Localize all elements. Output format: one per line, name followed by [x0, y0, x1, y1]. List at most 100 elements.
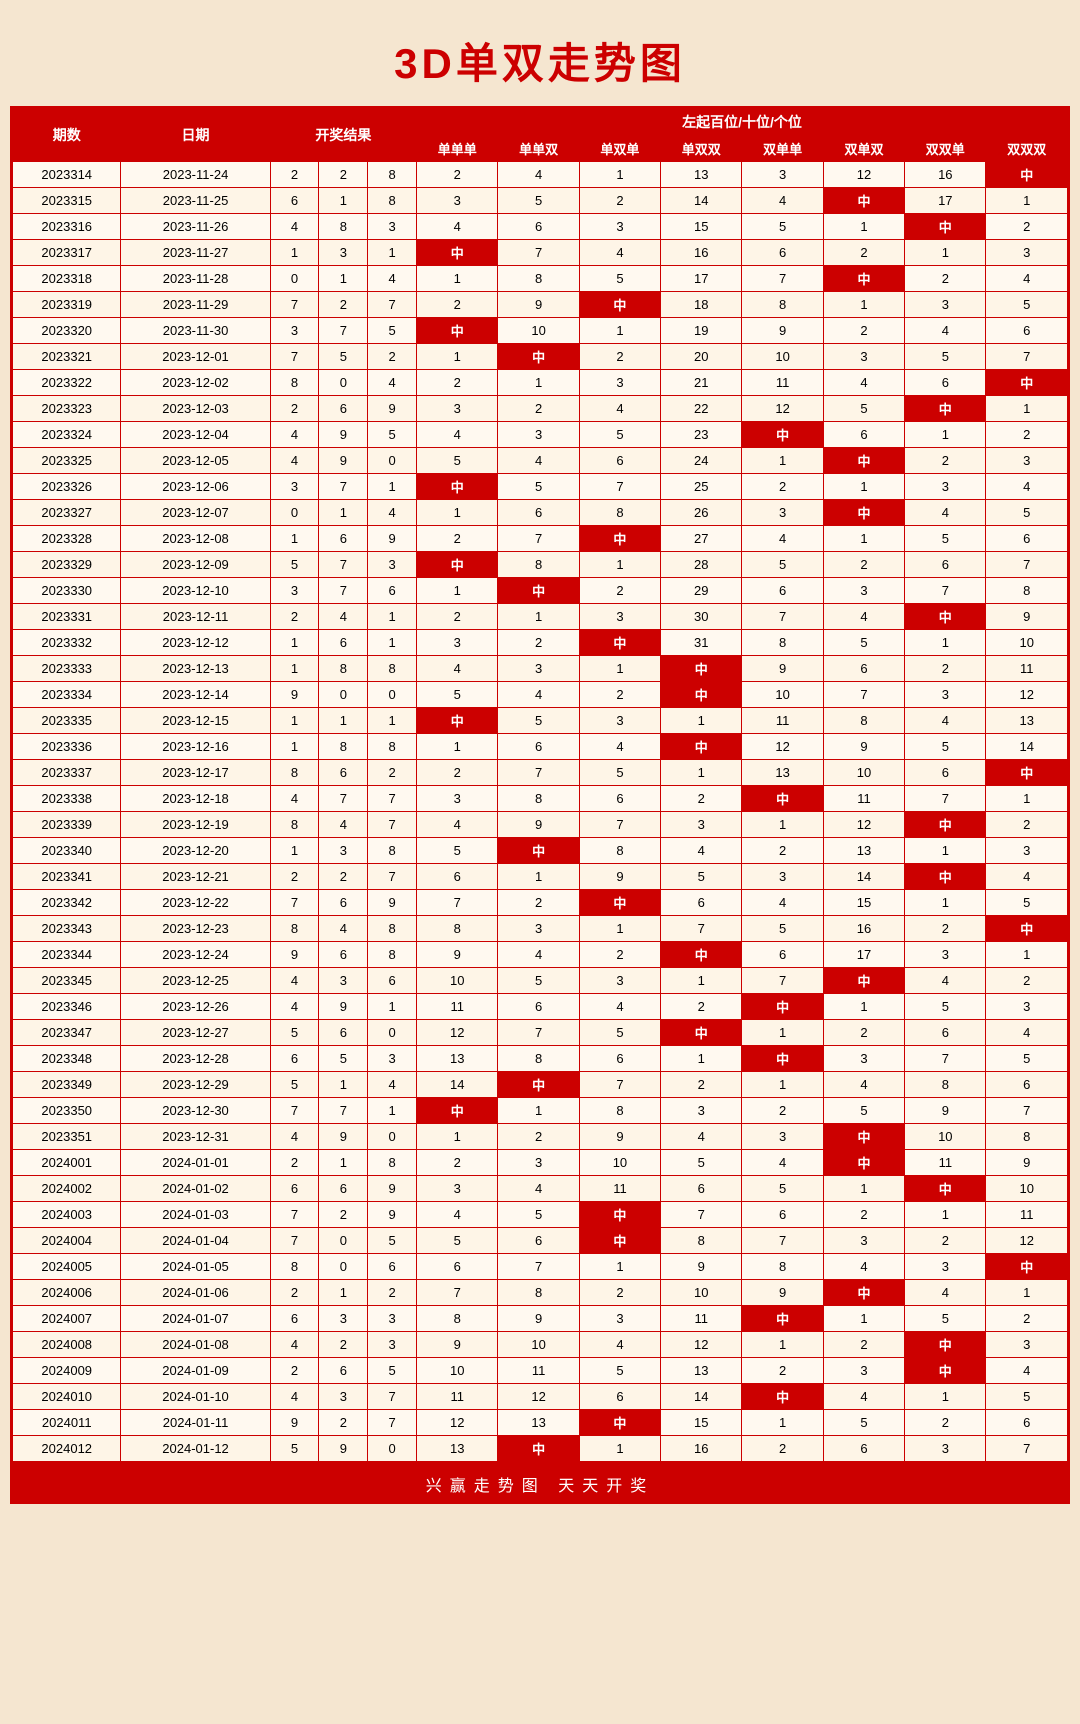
table-row: 20233232023-12-0326932422125中1 — [13, 396, 1068, 422]
cell-result-0: 5 — [270, 552, 319, 578]
cell-result-1: 1 — [319, 500, 368, 526]
cell-val-3: 6 — [661, 890, 742, 916]
cell-result-1: 2 — [319, 1332, 368, 1358]
cell-val-3: 19 — [661, 318, 742, 344]
cell-val-4: 8 — [742, 630, 823, 656]
cell-date: 2024-01-01 — [121, 1150, 270, 1176]
main-title: 3D单双走势图 — [10, 10, 1070, 106]
cell-result-0: 7 — [270, 1228, 319, 1254]
cell-val-6: 1 — [905, 240, 986, 266]
cell-val-3: 10 — [661, 1280, 742, 1306]
cell-val-1: 5 — [498, 708, 579, 734]
table-row: 20240032024-01-0372945中762111 — [13, 1202, 1068, 1228]
cell-date: 2023-12-02 — [121, 370, 270, 396]
cell-qishu: 2024004 — [13, 1228, 121, 1254]
cell-qishu: 2023328 — [13, 526, 121, 552]
cell-val-1: 1 — [498, 1098, 579, 1124]
cell-val-5: 1 — [823, 994, 904, 1020]
cell-val-5: 1 — [823, 1306, 904, 1332]
sub-header-1: 单单双 — [498, 136, 579, 162]
header-row-1: 期数 日期 开奖结果 左起百位/十位/个位 — [13, 109, 1068, 136]
col-header-date: 日期 — [121, 109, 270, 162]
cell-date: 2023-12-20 — [121, 838, 270, 864]
cell-val-2: 中 — [579, 1228, 660, 1254]
cell-val-5: 1 — [823, 526, 904, 552]
cell-result-0: 7 — [270, 292, 319, 318]
table-row: 20233322023-12-1216132中3185110 — [13, 630, 1068, 656]
cell-val-4: 7 — [742, 968, 823, 994]
cell-date: 2023-12-03 — [121, 396, 270, 422]
cell-val-0: 13 — [417, 1436, 498, 1462]
cell-val-3: 23 — [661, 422, 742, 448]
cell-val-0: 中 — [417, 240, 498, 266]
table-row: 20233342023-12-14900542中107312 — [13, 682, 1068, 708]
cell-qishu: 2023317 — [13, 240, 121, 266]
cell-result-0: 9 — [270, 1410, 319, 1436]
cell-val-0: 1 — [417, 266, 498, 292]
cell-val-6: 4 — [905, 708, 986, 734]
cell-val-3: 中 — [661, 734, 742, 760]
table-row: 20233452023-12-25436105317中42 — [13, 968, 1068, 994]
cell-val-3: 16 — [661, 1436, 742, 1462]
cell-result-2: 1 — [368, 994, 417, 1020]
cell-qishu: 2023315 — [13, 188, 121, 214]
cell-date: 2023-12-16 — [121, 734, 270, 760]
cell-val-1: 中 — [498, 344, 579, 370]
cell-result-0: 4 — [270, 422, 319, 448]
cell-val-3: 24 — [661, 448, 742, 474]
cell-val-6: 16 — [905, 162, 986, 188]
cell-date: 2023-12-04 — [121, 422, 270, 448]
cell-val-0: 3 — [417, 786, 498, 812]
cell-result-1: 9 — [319, 1436, 368, 1462]
cell-result-1: 5 — [319, 344, 368, 370]
cell-date: 2023-12-22 — [121, 890, 270, 916]
cell-date: 2023-12-06 — [121, 474, 270, 500]
main-table: 期数 日期 开奖结果 左起百位/十位/个位 单单单 单单双 单双单 单双双 双单… — [12, 108, 1068, 1462]
sub-header-6: 双双单 — [905, 136, 986, 162]
cell-val-3: 31 — [661, 630, 742, 656]
cell-val-3: 中 — [661, 682, 742, 708]
cell-qishu: 2023337 — [13, 760, 121, 786]
cell-val-2: 8 — [579, 500, 660, 526]
cell-val-2: 2 — [579, 1280, 660, 1306]
cell-val-0: 7 — [417, 1280, 498, 1306]
cell-val-0: 2 — [417, 370, 498, 396]
cell-val-7: 1 — [986, 396, 1068, 422]
cell-val-7: 7 — [986, 1436, 1068, 1462]
cell-result-1: 7 — [319, 474, 368, 500]
cell-val-6: 1 — [905, 1202, 986, 1228]
cell-result-1: 1 — [319, 266, 368, 292]
cell-result-2: 1 — [368, 1098, 417, 1124]
cell-val-1: 4 — [498, 162, 579, 188]
cell-result-0: 8 — [270, 812, 319, 838]
table-row: 20240112024-01-119271213中151526 — [13, 1410, 1068, 1436]
cell-val-7: 10 — [986, 630, 1068, 656]
cell-val-0: 11 — [417, 1384, 498, 1410]
cell-val-7: 5 — [986, 1384, 1068, 1410]
cell-qishu: 2023351 — [13, 1124, 121, 1150]
cell-result-1: 0 — [319, 682, 368, 708]
cell-date: 2024-01-06 — [121, 1280, 270, 1306]
cell-date: 2023-12-05 — [121, 448, 270, 474]
cell-val-7: 6 — [986, 526, 1068, 552]
table-row: 20233462023-12-2649111642中153 — [13, 994, 1068, 1020]
table-row: 20240102024-01-104371112614中415 — [13, 1384, 1068, 1410]
cell-val-0: 3 — [417, 396, 498, 422]
cell-val-0: 11 — [417, 994, 498, 1020]
cell-val-2: 中 — [579, 1202, 660, 1228]
cell-val-3: 3 — [661, 812, 742, 838]
cell-val-5: 17 — [823, 942, 904, 968]
cell-result-2: 0 — [368, 448, 417, 474]
cell-val-3: 7 — [661, 1202, 742, 1228]
cell-val-4: 7 — [742, 266, 823, 292]
cell-val-4: 8 — [742, 292, 823, 318]
cell-val-2: 5 — [579, 1358, 660, 1384]
cell-val-7: 4 — [986, 474, 1068, 500]
table-row: 20233372023-12-17862275113106中 — [13, 760, 1068, 786]
cell-val-5: 1 — [823, 474, 904, 500]
cell-val-0: 2 — [417, 760, 498, 786]
cell-result-2: 2 — [368, 344, 417, 370]
cell-qishu: 2023341 — [13, 864, 121, 890]
cell-result-0: 1 — [270, 708, 319, 734]
cell-qishu: 2024011 — [13, 1410, 121, 1436]
